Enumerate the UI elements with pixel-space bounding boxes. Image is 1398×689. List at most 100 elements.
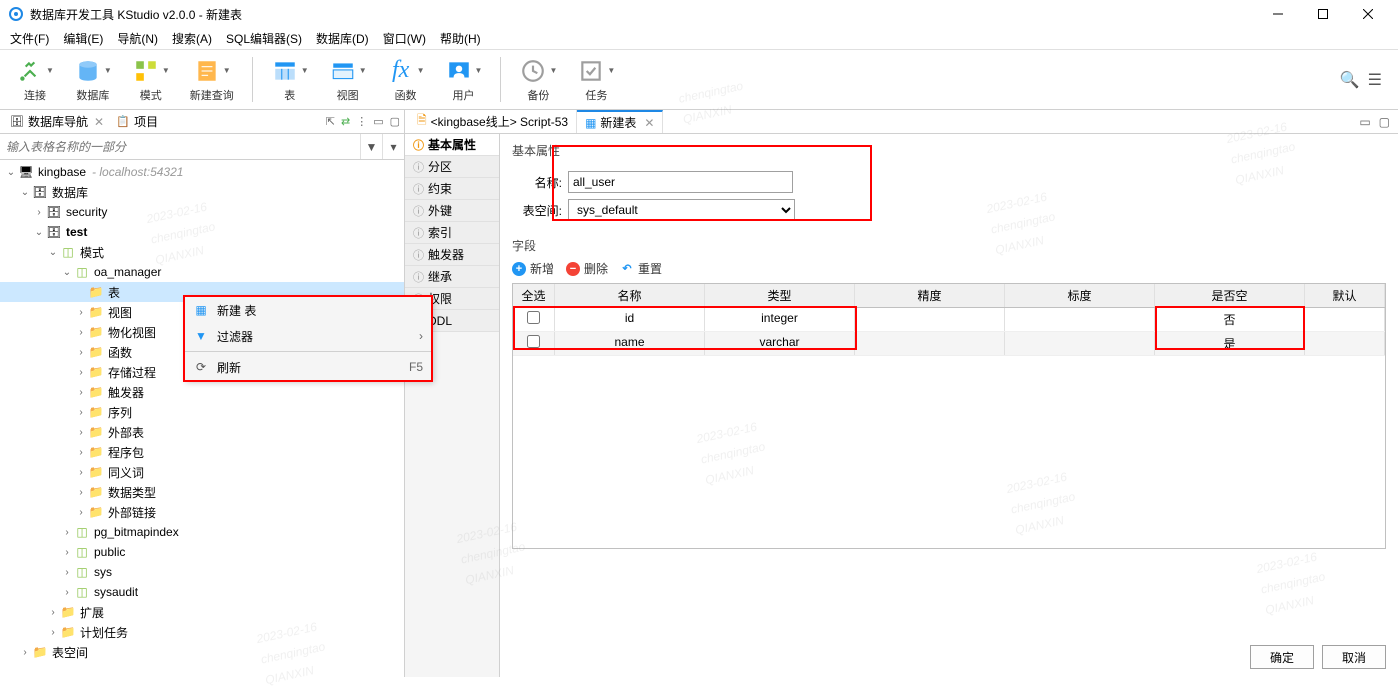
tool-table[interactable]: ▼表 bbox=[263, 55, 317, 105]
tool-database[interactable]: ▼数据库 bbox=[66, 55, 120, 105]
tool-schema[interactable]: ▼模式 bbox=[124, 55, 178, 105]
tree-db-security[interactable]: ›🗄security bbox=[0, 202, 404, 222]
project-icon: 📋 bbox=[116, 115, 130, 129]
ok-button[interactable]: 确定 bbox=[1250, 645, 1314, 669]
folder-icon: 📁 bbox=[88, 404, 104, 420]
tool-user[interactable]: ▼用户 bbox=[437, 55, 491, 105]
tree-schemas[interactable]: ⌄◫模式 bbox=[0, 242, 404, 262]
search-icon[interactable]: 🔍 bbox=[1340, 70, 1360, 90]
maximize-editor-icon[interactable]: ▢ bbox=[1379, 115, 1390, 129]
tree-packages[interactable]: ›📁程序包 bbox=[0, 442, 404, 462]
tree-schema-sys[interactable]: ›◫sys bbox=[0, 562, 404, 582]
prop-tab-fk[interactable]: ⓘ外键 bbox=[405, 200, 499, 222]
cm-filter[interactable]: ▼过滤器› bbox=[185, 323, 431, 349]
row-checkbox[interactable] bbox=[527, 335, 540, 348]
btn-delete-field[interactable]: −删除 bbox=[566, 260, 608, 277]
close-button[interactable] bbox=[1345, 0, 1390, 28]
row-checkbox[interactable] bbox=[527, 311, 540, 324]
info-icon: ⓘ bbox=[413, 181, 424, 197]
tree-databases[interactable]: ⌄🗄数据库 bbox=[0, 182, 404, 202]
menu-sqleditor[interactable]: SQL编辑器(S) bbox=[220, 28, 308, 49]
menu-help[interactable]: 帮助(H) bbox=[434, 28, 487, 49]
tree-tablespaces[interactable]: ›📁表空间 bbox=[0, 642, 404, 662]
col-default[interactable]: 默认 bbox=[1305, 284, 1385, 307]
tool-function[interactable]: fx▼函数 bbox=[379, 55, 433, 105]
prop-tab-constraint[interactable]: ⓘ约束 bbox=[405, 178, 499, 200]
schema-icon: ◫ bbox=[74, 564, 90, 580]
btn-add-field[interactable]: +新增 bbox=[512, 260, 554, 277]
select-tablespace[interactable]: sys_default bbox=[568, 199, 795, 221]
col-precision[interactable]: 精度 bbox=[855, 284, 1005, 307]
tree-scheduled-tasks[interactable]: ›📁计划任务 bbox=[0, 622, 404, 642]
prop-tab-inherit[interactable]: ⓘ继承 bbox=[405, 266, 499, 288]
tree-foreign-tables[interactable]: ›📁外部表 bbox=[0, 422, 404, 442]
col-name[interactable]: 名称 bbox=[555, 284, 705, 307]
menu-file[interactable]: 文件(F) bbox=[4, 28, 55, 49]
col-scale[interactable]: 标度 bbox=[1005, 284, 1155, 307]
tab-db-nav[interactable]: 🗄数据库导航✕ bbox=[4, 111, 110, 132]
prop-tab-trigger[interactable]: ⓘ触发器 bbox=[405, 244, 499, 266]
tree-schema-sysaudit[interactable]: ›◫sysaudit bbox=[0, 582, 404, 602]
tab-project[interactable]: 📋项目 bbox=[110, 111, 164, 132]
tool-backup[interactable]: ▼备份 bbox=[511, 55, 565, 105]
btn-reset-field[interactable]: ↶重置 bbox=[620, 260, 662, 277]
info-icon: ⓘ bbox=[413, 137, 424, 153]
plus-icon: + bbox=[512, 262, 526, 276]
cm-new-table[interactable]: ▦新建 表 bbox=[185, 297, 431, 323]
tool-newquery[interactable]: ▼新建查询 bbox=[182, 55, 242, 105]
menu-icon[interactable]: ⋮ bbox=[356, 115, 367, 128]
input-table-name[interactable] bbox=[568, 171, 793, 193]
filter-input[interactable] bbox=[0, 134, 360, 159]
tree-triggers[interactable]: ›📁触发器 bbox=[0, 382, 404, 402]
maximize-button[interactable] bbox=[1300, 0, 1345, 28]
col-select[interactable]: 全选 bbox=[513, 284, 555, 307]
col-nullable[interactable]: 是否空 bbox=[1155, 284, 1305, 307]
close-icon[interactable]: ✕ bbox=[94, 115, 104, 129]
menu-window[interactable]: 窗口(W) bbox=[377, 28, 432, 49]
panel-toggle-icon[interactable]: ☰ bbox=[1368, 70, 1382, 90]
col-type[interactable]: 类型 bbox=[705, 284, 855, 307]
tool-view[interactable]: ▼视图 bbox=[321, 55, 375, 105]
tree-foreign-links[interactable]: ›📁外部链接 bbox=[0, 502, 404, 522]
menu-nav[interactable]: 导航(N) bbox=[111, 28, 164, 49]
tab-script[interactable]: 🗎<kingbase线上> Script-53 bbox=[409, 110, 577, 133]
prop-tab-partition[interactable]: ⓘ分区 bbox=[405, 156, 499, 178]
tree-schema-oamanager[interactable]: ⌄◫oa_manager bbox=[0, 262, 404, 282]
nav-tree: ⌄🖥kingbase- localhost:54321 ⌄🗄数据库 ›🗄secu… bbox=[0, 160, 404, 677]
tree-extensions[interactable]: ›📁扩展 bbox=[0, 602, 404, 622]
table-row[interactable]: id integer 否 bbox=[513, 308, 1385, 332]
table-row[interactable]: name varchar 是 bbox=[513, 332, 1385, 356]
filter-dropdown[interactable]: ▾ bbox=[382, 134, 404, 159]
minimize-panel-icon[interactable]: ▭ bbox=[373, 115, 383, 128]
minimize-button[interactable] bbox=[1255, 0, 1300, 28]
tree-schema-pgbitmap[interactable]: ›◫pg_bitmapindex bbox=[0, 522, 404, 542]
chevron-right-icon: › bbox=[419, 329, 423, 343]
tree-sequences[interactable]: ›📁序列 bbox=[0, 402, 404, 422]
minimize-editor-icon[interactable]: ▭ bbox=[1359, 115, 1370, 129]
cancel-button[interactable]: 取消 bbox=[1322, 645, 1386, 669]
close-icon[interactable]: ✕ bbox=[644, 116, 654, 130]
close-panel-icon[interactable]: ▢ bbox=[390, 115, 400, 128]
tree-connection[interactable]: ⌄🖥kingbase- localhost:54321 bbox=[0, 162, 404, 182]
link-icon[interactable]: ⇄ bbox=[341, 115, 350, 128]
menu-search[interactable]: 搜索(A) bbox=[166, 28, 218, 49]
collapse-icon[interactable]: ⇱ bbox=[326, 115, 335, 128]
cm-refresh[interactable]: ⟳刷新F5 bbox=[185, 354, 431, 380]
menu-edit[interactable]: 编辑(E) bbox=[57, 28, 109, 49]
tool-connect[interactable]: ▼连接 bbox=[8, 55, 62, 105]
tree-datatypes[interactable]: ›📁数据类型 bbox=[0, 482, 404, 502]
tree-db-test[interactable]: ⌄🗄test bbox=[0, 222, 404, 242]
menu-database[interactable]: 数据库(D) bbox=[310, 28, 375, 49]
tree-schema-public[interactable]: ›◫public bbox=[0, 542, 404, 562]
table-icon: ▦ bbox=[193, 303, 209, 317]
schema-icon: ◫ bbox=[60, 244, 76, 260]
fields-grid: 全选 名称 类型 精度 标度 是否空 默认 id integer bbox=[512, 283, 1386, 549]
tool-task[interactable]: ▼任务 bbox=[569, 55, 623, 105]
prop-tab-basic[interactable]: ⓘ基本属性 bbox=[405, 134, 499, 156]
tree-synonyms[interactable]: ›📁同义词 bbox=[0, 462, 404, 482]
filter-button[interactable]: ▼ bbox=[360, 134, 382, 159]
prop-tab-index[interactable]: ⓘ索引 bbox=[405, 222, 499, 244]
tab-new-table[interactable]: ▦新建表✕ bbox=[577, 110, 663, 133]
titlebar: 数据库开发工具 KStudio v2.0.0 - 新建表 bbox=[0, 0, 1398, 28]
folder-icon: 📁 bbox=[60, 624, 76, 640]
